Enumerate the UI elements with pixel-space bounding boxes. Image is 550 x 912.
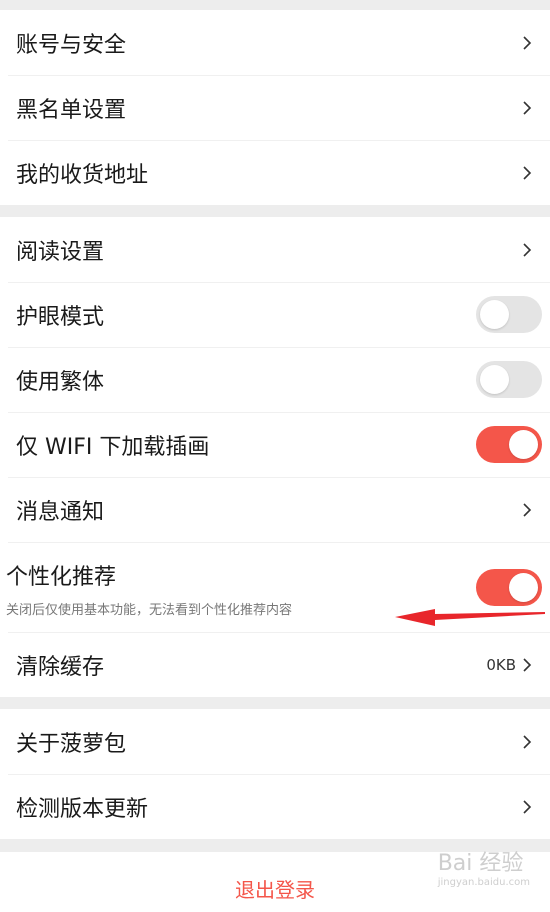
toggle-knob bbox=[509, 430, 538, 459]
traditional-chinese-toggle[interactable] bbox=[476, 361, 542, 398]
toggle-knob bbox=[480, 300, 509, 329]
setting-row-shipping-address[interactable]: 我的收货地址 bbox=[0, 140, 550, 205]
setting-row-reading-settings[interactable]: 阅读设置 bbox=[0, 217, 550, 282]
setting-label: 个性化推荐 bbox=[6, 565, 117, 590]
setting-row-clear-cache[interactable]: 清除缓存 0KB bbox=[0, 632, 550, 697]
chevron-right-icon bbox=[523, 165, 532, 180]
annotation-arrow-icon bbox=[395, 609, 545, 626]
baidu-watermark: Bai 经验 jingyan.baidu.com bbox=[438, 845, 530, 888]
eye-care-toggle[interactable] bbox=[476, 296, 542, 333]
logout-button[interactable]: 退出登录 bbox=[235, 874, 315, 903]
setting-row-eye-care: 护眼模式 bbox=[0, 282, 550, 347]
chevron-right-icon bbox=[523, 242, 532, 257]
settings-group-account: 账号与安全 黑名单设置 我的收货地址 bbox=[0, 10, 550, 205]
setting-label: 阅读设置 bbox=[16, 239, 105, 265]
setting-row-blacklist[interactable]: 黑名单设置 bbox=[0, 75, 550, 140]
watermark-text: Bai 经验 bbox=[437, 851, 524, 876]
setting-label: 黑名单设置 bbox=[16, 97, 127, 123]
setting-row-wifi-illustrations: 仅 WIFI 下加载插画 bbox=[0, 412, 550, 477]
wifi-illustrations-toggle[interactable] bbox=[476, 426, 542, 463]
toggle-knob bbox=[509, 573, 538, 602]
setting-row-notifications[interactable]: 消息通知 bbox=[0, 477, 550, 542]
setting-row-about[interactable]: 关于菠萝包 bbox=[0, 709, 550, 774]
setting-row-traditional-chinese: 使用繁体 bbox=[0, 347, 550, 412]
chevron-right-icon bbox=[523, 657, 532, 672]
setting-label: 消息通知 bbox=[16, 499, 105, 525]
chevron-right-icon bbox=[523, 502, 532, 517]
chevron-right-icon bbox=[523, 100, 532, 115]
setting-label: 清除缓存 bbox=[16, 654, 105, 680]
setting-label: 护眼模式 bbox=[16, 304, 105, 330]
setting-label: 账号与安全 bbox=[16, 32, 127, 58]
chevron-right-icon bbox=[523, 35, 532, 50]
chevron-right-icon bbox=[523, 734, 532, 749]
toggle-knob bbox=[480, 365, 509, 394]
settings-page: 账号与安全 黑名单设置 我的收货地址 阅读设置 护眼模式 使用繁体 仅 WIFI… bbox=[0, 0, 550, 912]
setting-row-check-update[interactable]: 检测版本更新 bbox=[0, 774, 550, 839]
chevron-right-icon bbox=[523, 799, 532, 814]
watermark-url: jingyan.baidu.com bbox=[437, 877, 530, 888]
cache-size-value: 0KB bbox=[486, 655, 516, 674]
setting-label: 检测版本更新 bbox=[16, 796, 149, 822]
setting-row-account-security[interactable]: 账号与安全 bbox=[0, 10, 550, 75]
setting-label: 我的收货地址 bbox=[16, 162, 149, 188]
setting-label: 关于菠萝包 bbox=[16, 731, 127, 757]
setting-label: 使用繁体 bbox=[16, 369, 105, 395]
setting-label: 仅 WIFI 下加载插画 bbox=[16, 434, 210, 460]
settings-group-about: 关于菠萝包 检测版本更新 bbox=[0, 709, 550, 839]
